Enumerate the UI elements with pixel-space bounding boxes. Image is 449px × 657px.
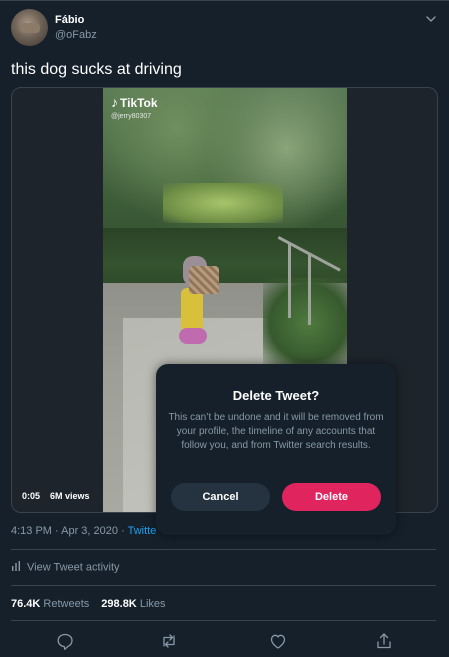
- retweets-label: Retweets: [43, 598, 90, 610]
- divider: [11, 549, 436, 550]
- video-scooter: [179, 328, 207, 344]
- delete-tweet-dialog: Delete Tweet? This can’t be undone and i…: [156, 364, 396, 535]
- bar-chart-icon: [11, 561, 21, 574]
- view-tweet-activity[interactable]: View Tweet activity: [11, 561, 120, 574]
- video-dog-legs: [181, 288, 203, 332]
- reply-icon[interactable]: [54, 630, 76, 652]
- tweet-detail-page: Fábio @oFabz this dog sucks at driving ♪…: [0, 0, 449, 655]
- tweet-text: this dog sucks at driving: [11, 61, 182, 78]
- likes-count: 298.8K: [101, 598, 137, 610]
- tiktok-brand: TikTok: [120, 96, 158, 110]
- dialog-message: This can’t be undone and it will be remo…: [168, 412, 384, 451]
- dialog-title: Delete Tweet?: [232, 388, 320, 403]
- tweet-stats: 76.4K Retweets 298.8K Likes: [11, 598, 166, 610]
- retweet-icon[interactable]: [158, 630, 180, 652]
- video-lawn: [163, 183, 283, 223]
- retweets-count: 76.4K: [11, 598, 41, 610]
- retweets-stat[interactable]: 76.4K Retweets: [11, 598, 89, 610]
- divider: [11, 620, 436, 621]
- author-handle[interactable]: @oFabz: [55, 29, 97, 41]
- likes-label: Likes: [139, 598, 166, 610]
- video-basket: [189, 266, 219, 294]
- tiktok-watermark: ♪ TikTok: [111, 94, 158, 110]
- heart-icon[interactable]: [267, 630, 289, 652]
- chevron-down-icon[interactable]: [424, 12, 438, 26]
- tweet-meta: 4:13 PM · Apr 3, 2020 · Twitte: [11, 525, 156, 537]
- cancel-button[interactable]: Cancel: [171, 483, 270, 511]
- video-views: 6M views: [50, 491, 90, 501]
- top-divider: [0, 0, 449, 1]
- divider: [11, 585, 436, 586]
- tweet-actions: [0, 630, 449, 652]
- author-name[interactable]: Fábio: [55, 14, 84, 26]
- tiktok-icon: ♪: [111, 94, 118, 110]
- avatar[interactable]: [11, 9, 48, 46]
- tweet-source-link[interactable]: Twitte: [128, 525, 157, 537]
- likes-stat[interactable]: 298.8K Likes: [101, 598, 165, 610]
- view-tweet-activity-label: View Tweet activity: [27, 561, 120, 574]
- share-icon[interactable]: [373, 630, 395, 652]
- video-time: 0:05: [22, 491, 41, 501]
- tweet-timestamp[interactable]: 4:13 PM · Apr 3, 2020 ·: [11, 525, 125, 537]
- delete-button[interactable]: Delete: [282, 483, 381, 511]
- tiktok-username: @jerry80307: [111, 113, 152, 120]
